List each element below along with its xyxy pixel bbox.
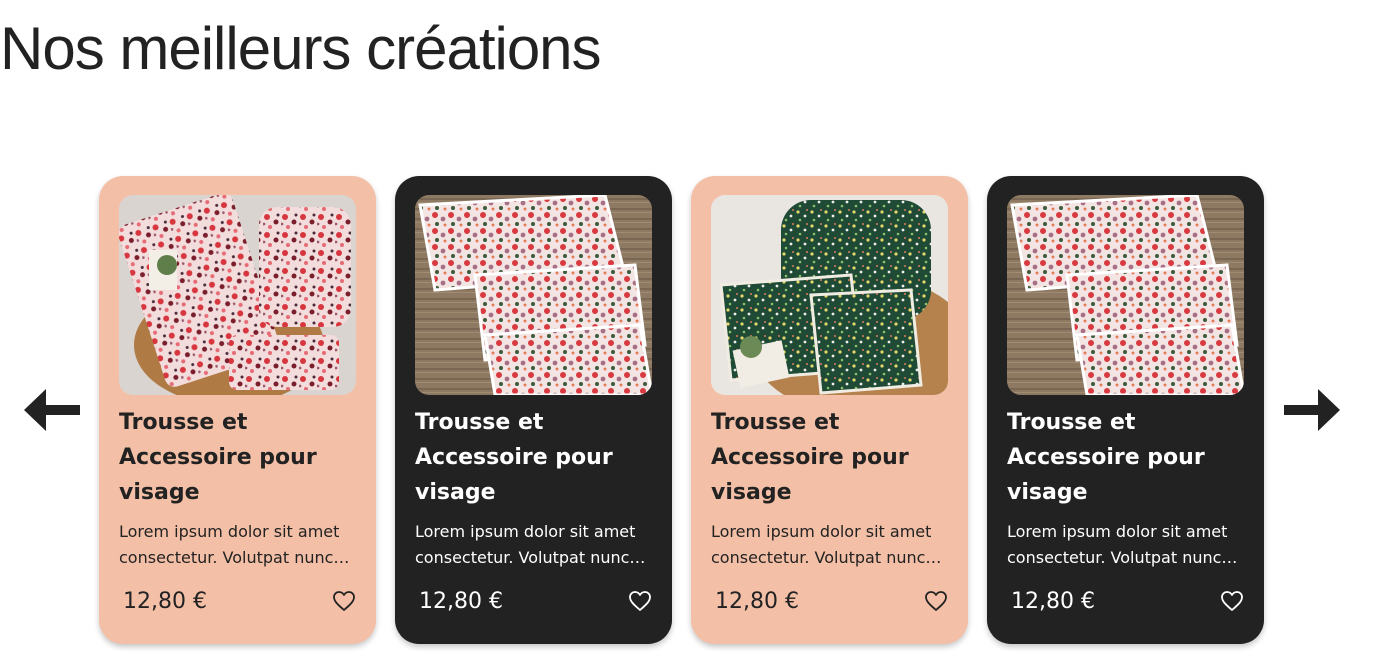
product-title: Trousse et Accessoire pour visage	[415, 410, 613, 505]
arrow-left-icon	[24, 389, 80, 431]
heart-outline-icon[interactable]	[1220, 590, 1244, 612]
product-title: Trousse et Accessoire pour visage	[1007, 410, 1205, 505]
product-price: 12,80 €	[123, 588, 207, 614]
heart-outline-icon[interactable]	[332, 590, 356, 612]
product-image-green-floral-set[interactable]	[711, 195, 948, 395]
arrow-right-icon	[1284, 389, 1340, 431]
product-card[interactable]: Trousse et Accessoire pour visage Lorem …	[691, 176, 968, 644]
product-card[interactable]: Trousse et Accessoire pour visage Lorem …	[395, 176, 672, 644]
product-description: Lorem ipsum dolor sit amet consectetur. …	[1007, 522, 1228, 567]
carousel-prev-button[interactable]	[24, 386, 82, 434]
product-title: Trousse et Accessoire pour visage	[119, 410, 317, 505]
product-price: 12,80 €	[715, 588, 799, 614]
product-price: 12,80 €	[419, 588, 503, 614]
heart-outline-icon[interactable]	[628, 590, 652, 612]
section-title: Nos meilleurs créations	[0, 15, 602, 82]
heart-outline-icon[interactable]	[924, 590, 948, 612]
product-price: 12,80 €	[1011, 588, 1095, 614]
product-card[interactable]: Trousse et Accessoire pour visage Lorem …	[99, 176, 376, 644]
carousel-next-button[interactable]	[1282, 386, 1340, 434]
product-image-floral-wipes[interactable]	[1007, 195, 1244, 395]
product-description: Lorem ipsum dolor sit amet consectetur. …	[711, 522, 932, 567]
product-image-floral-wipes[interactable]	[415, 195, 652, 395]
product-title: Trousse et Accessoire pour visage	[711, 410, 909, 505]
product-description: Lorem ipsum dolor sit amet consectetur. …	[119, 522, 340, 567]
product-card[interactable]: Trousse et Accessoire pour visage Lorem …	[987, 176, 1264, 644]
product-image-floral-pouch-set[interactable]	[119, 195, 356, 395]
product-description: Lorem ipsum dolor sit amet consectetur. …	[415, 522, 636, 567]
